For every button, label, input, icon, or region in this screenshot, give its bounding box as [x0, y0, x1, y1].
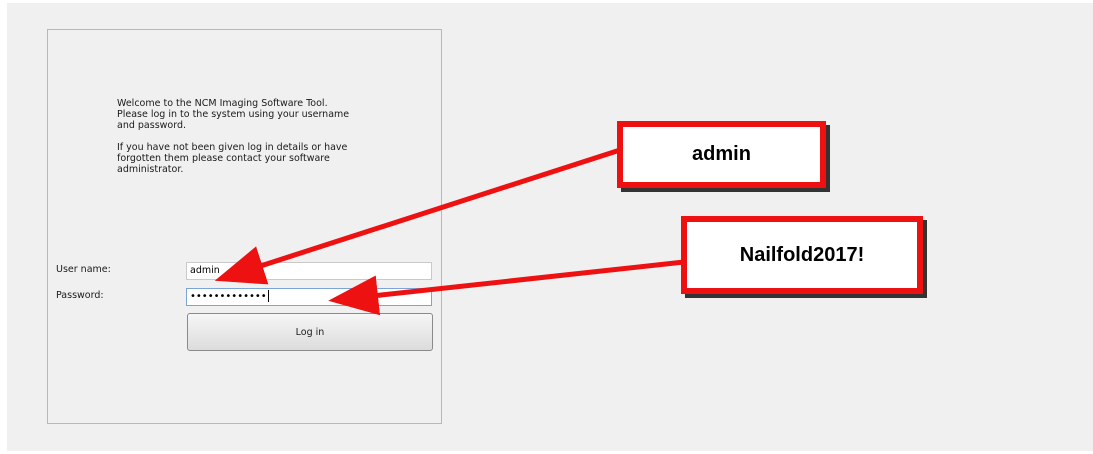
login-button[interactable]: Log in — [187, 313, 433, 351]
help-line-3: administrator. — [117, 164, 184, 175]
welcome-message: Welcome to the NCM Imaging Software Tool… — [117, 98, 372, 186]
help-line-2: forgotten them please contact your softw… — [117, 153, 330, 164]
password-callout: Nailfold2017! — [681, 216, 923, 294]
login-dialog: Welcome to the NCM Imaging Software Tool… — [47, 29, 442, 424]
username-field[interactable]: admin — [186, 262, 432, 280]
help-line-1: If you have not been given log in detail… — [117, 142, 348, 153]
password-mask: ••••••••••••• — [190, 291, 267, 302]
password-label: Password: — [56, 290, 104, 301]
username-callout: admin — [617, 121, 826, 188]
welcome-line-3: and password. — [117, 120, 187, 131]
text-caret — [267, 290, 269, 302]
password-field[interactable]: ••••••••••••• — [186, 288, 432, 306]
welcome-line-2: Please log in to the system using your u… — [117, 109, 350, 120]
username-label: User name: — [56, 264, 111, 275]
welcome-line-1: Welcome to the NCM Imaging Software Tool… — [117, 98, 328, 109]
